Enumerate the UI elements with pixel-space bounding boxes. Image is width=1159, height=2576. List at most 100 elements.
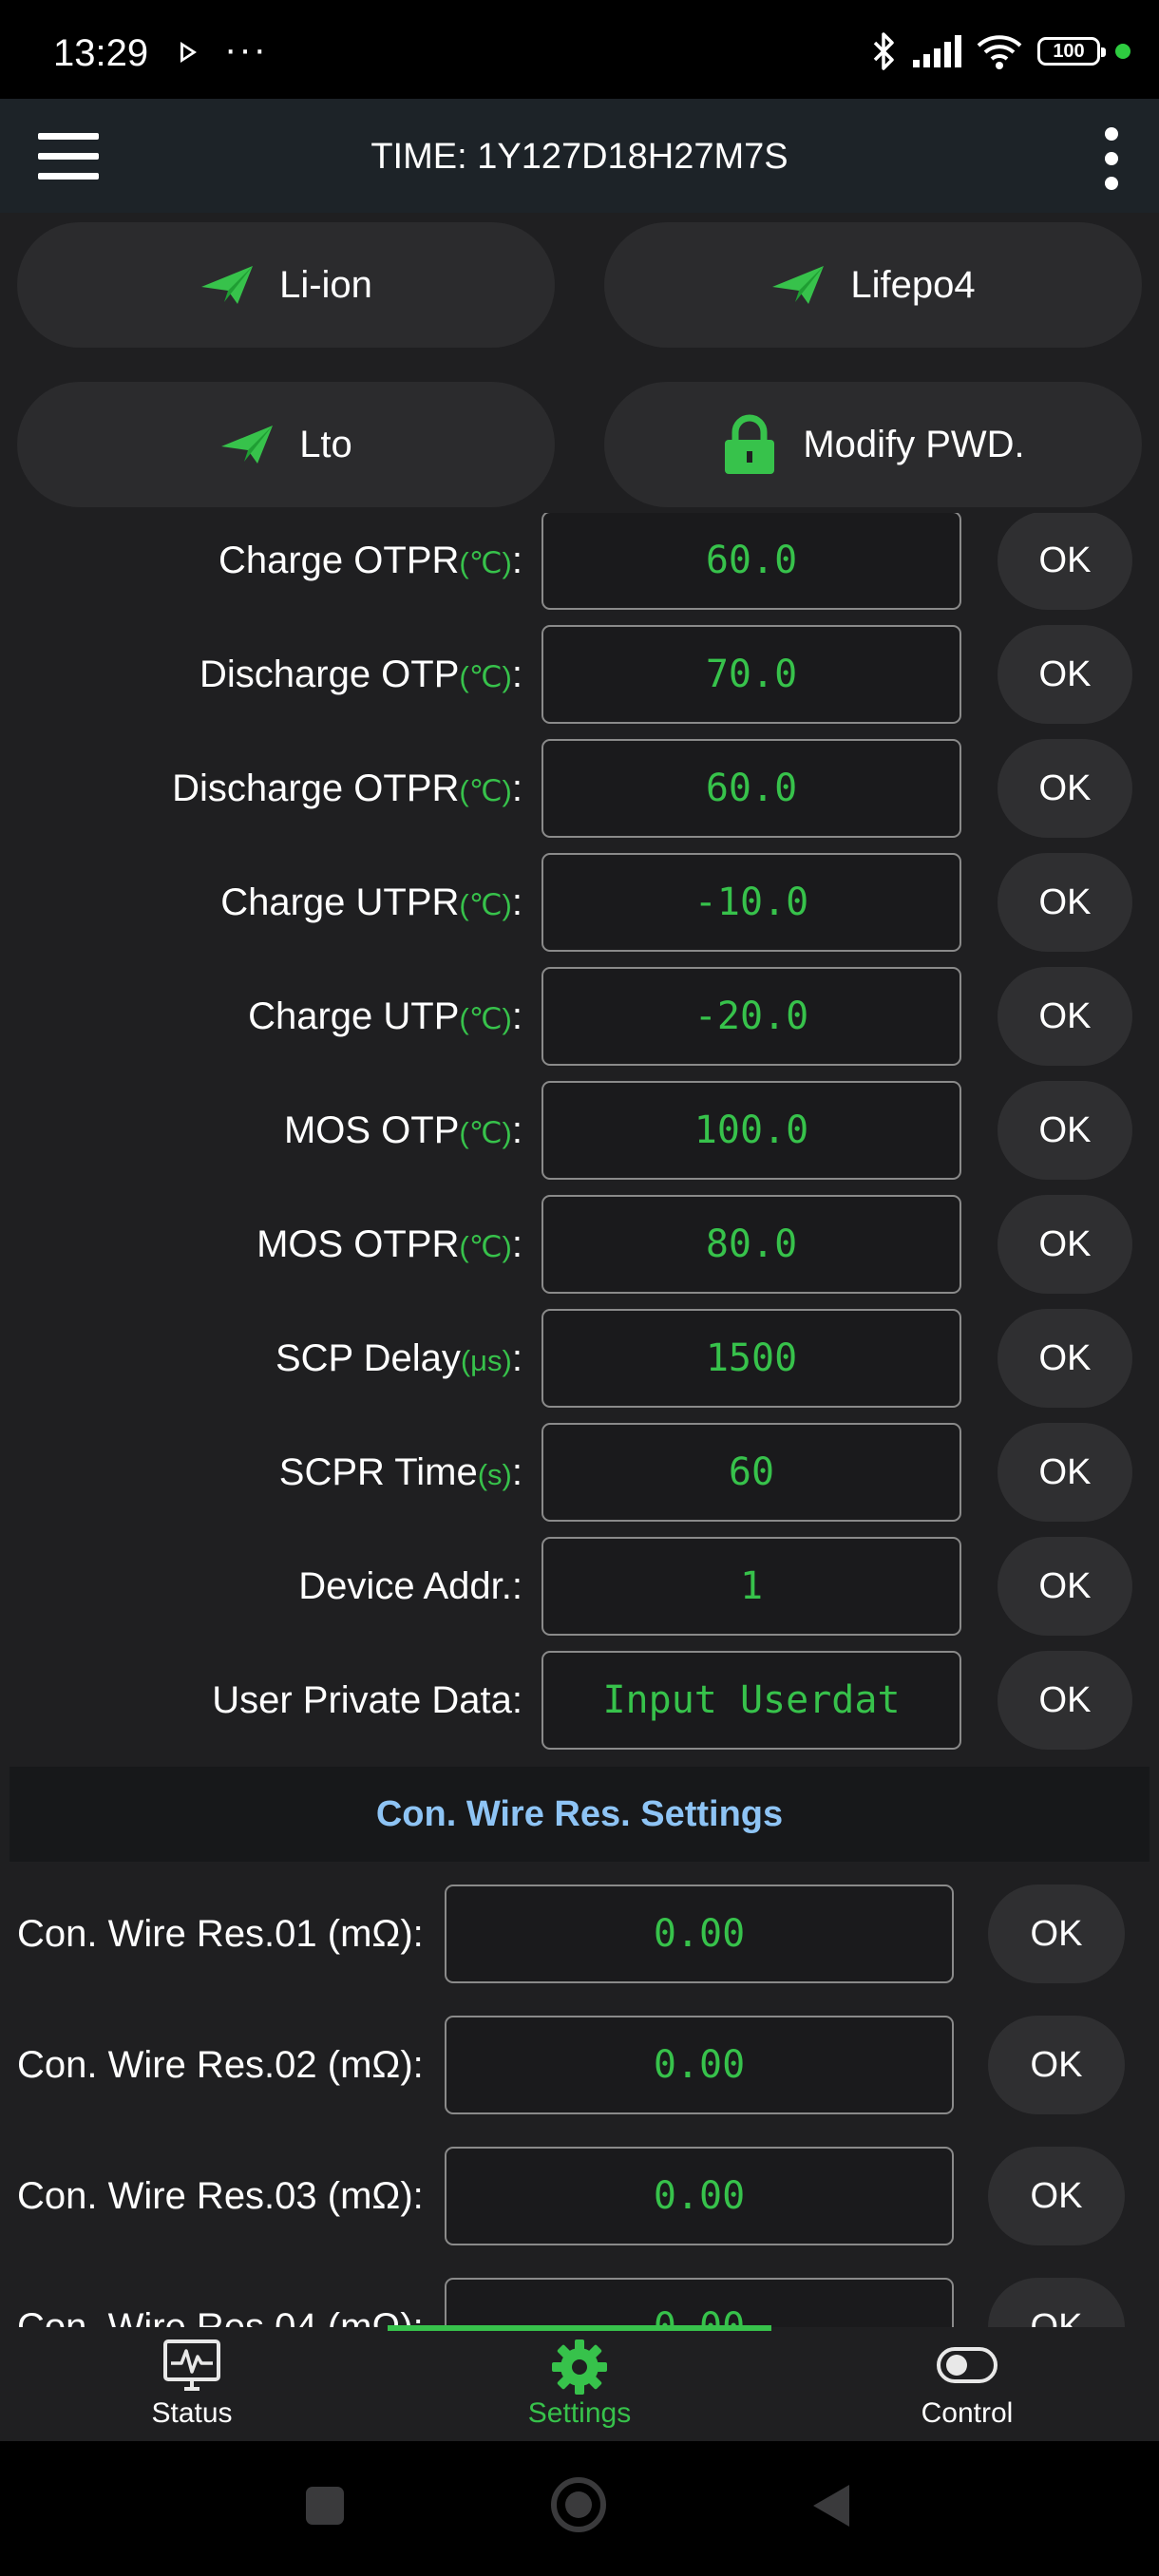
setting-input[interactable]: 60 (542, 1423, 961, 1522)
preset-label: Lto (299, 423, 352, 465)
setting-label: User Private Data: (212, 1651, 522, 1750)
ok-button[interactable]: OK (988, 2016, 1125, 2114)
wire-res-label: Con. Wire Res.02 (mΩ): (17, 2044, 424, 2086)
media-play-icon (180, 42, 197, 63)
input-value: 0.00 (653, 2174, 746, 2218)
settings-content[interactable]: Charge OTPR(℃): 60.0 OK Discharge OTP(℃): 70… (0, 213, 1159, 2327)
status-bar: 13:29 ··· 100 (0, 0, 1159, 99)
preset-label: Lifepo4 (850, 263, 976, 306)
setting-name: User Private Data (212, 1679, 512, 1721)
ok-button[interactable]: OK (998, 1537, 1132, 1636)
setting-input[interactable]: 100.0 (542, 1081, 961, 1180)
ok-button[interactable]: OK (998, 853, 1132, 952)
setting-label: MOS OTP(℃): (284, 1081, 522, 1180)
setting-label: Discharge OTP(℃): (200, 625, 522, 724)
input-value: 0.00 (653, 2305, 746, 2327)
preset-lifepo4-button[interactable]: Lifepo4 (604, 222, 1142, 348)
send-icon (772, 266, 825, 304)
ok-button[interactable]: OK (998, 967, 1132, 1066)
nav-settings[interactable]: Settings (390, 2327, 770, 2441)
input-value: 60 (728, 1450, 775, 1494)
ok-button[interactable]: OK (998, 1309, 1132, 1408)
ok-button[interactable]: OK (998, 1081, 1132, 1180)
cell-signal-icon (913, 35, 961, 67)
preset-li-ion-button[interactable]: Li-ion (17, 222, 555, 348)
setting-colon: : (511, 540, 522, 581)
more-options-icon[interactable] (1102, 127, 1121, 190)
setting-colon: : (511, 1679, 522, 1721)
send-icon (221, 426, 274, 464)
ok-button[interactable]: OK (988, 2278, 1125, 2327)
nav-label: Settings (527, 2397, 632, 2429)
setting-input[interactable]: 60.0 (542, 511, 961, 610)
input-value: 1 (739, 1564, 764, 1608)
setting-input[interactable]: 1 (542, 1537, 961, 1636)
input-value: -10.0 (694, 881, 809, 924)
input-value: 70.0 (705, 653, 798, 696)
setting-colon: : (511, 995, 522, 1037)
setting-name: Charge OTPR (218, 540, 460, 581)
setting-input[interactable]: 80.0 (542, 1195, 961, 1294)
input-value: -20.0 (694, 994, 809, 1038)
wire-res-label: Con. Wire Res.03 (mΩ): (17, 2175, 424, 2217)
page-title: TIME: 1Y127D18H27M7S (370, 137, 788, 177)
setting-unit: (℃) (459, 1230, 512, 1263)
send-icon (201, 266, 254, 304)
battery-icon: 100 (1037, 37, 1106, 66)
nav-control[interactable]: Control (777, 2327, 1157, 2441)
bottom-nav: Status Settings Control (0, 2327, 1159, 2441)
monitor-icon (163, 2339, 220, 2391)
modify-password-button[interactable]: Modify PWD. (604, 382, 1142, 507)
setting-unit: (μs) (460, 1344, 512, 1377)
ok-button[interactable]: OK (998, 1423, 1132, 1522)
home-button[interactable] (551, 2477, 606, 2532)
setting-name: Device Addr. (298, 1565, 512, 1607)
wire-res-input[interactable]: 0.00 (445, 2278, 954, 2327)
setting-name: MOS OTP (283, 1109, 460, 1151)
nav-status[interactable]: Status (2, 2327, 382, 2441)
input-value: 80.0 (705, 1222, 798, 1266)
indicator-dot (1115, 44, 1130, 59)
setting-label: Discharge OTPR(℃): (172, 739, 522, 838)
setting-colon: : (511, 1451, 522, 1493)
app-bar: TIME: 1Y127D18H27M7S (0, 99, 1159, 213)
nav-label: Control (921, 2397, 1014, 2429)
ok-button[interactable]: OK (998, 1651, 1132, 1750)
back-button[interactable] (813, 2485, 849, 2527)
input-value: 0.00 (653, 2043, 746, 2087)
wire-res-input[interactable]: 0.00 (445, 1885, 954, 1983)
nav-label: Status (151, 2397, 233, 2429)
input-value: 100.0 (694, 1108, 809, 1152)
section-title: Con. Wire Res. Settings (10, 1767, 1150, 1862)
input-value: 1500 (705, 1336, 798, 1380)
setting-input[interactable]: 1500 (542, 1309, 961, 1408)
recents-button[interactable] (306, 2487, 344, 2525)
setting-input[interactable]: Input Userdat (542, 1651, 961, 1750)
ok-button[interactable]: OK (998, 625, 1132, 724)
setting-unit: (℃) (459, 774, 512, 807)
setting-unit: (℃) (459, 660, 512, 693)
ok-button[interactable]: OK (998, 511, 1132, 610)
input-value: 60.0 (705, 767, 798, 810)
ok-button[interactable]: OK (998, 739, 1132, 838)
setting-input[interactable]: -20.0 (542, 967, 961, 1066)
setting-label: Charge OTPR(℃): (218, 511, 522, 610)
setting-unit: (℃) (459, 546, 512, 579)
setting-colon: : (511, 1223, 522, 1265)
preset-lto-button[interactable]: Lto (17, 382, 555, 507)
setting-input[interactable]: 70.0 (542, 625, 961, 724)
gear-icon (552, 2339, 607, 2395)
setting-input[interactable]: 60.0 (542, 739, 961, 838)
preset-label: Li-ion (279, 263, 372, 306)
wire-res-input[interactable]: 0.00 (445, 2147, 954, 2245)
ok-button[interactable]: OK (988, 2147, 1125, 2245)
setting-input[interactable]: -10.0 (542, 853, 961, 952)
setting-unit: (s) (477, 1458, 512, 1491)
ok-button[interactable]: OK (998, 1195, 1132, 1294)
more-notifications-icon: ··· (224, 28, 268, 70)
wire-res-input[interactable]: 0.00 (445, 2016, 954, 2114)
setting-colon: : (511, 653, 522, 695)
ok-button[interactable]: OK (988, 1885, 1125, 1983)
setting-name: Charge UTP (248, 995, 460, 1037)
setting-name: Charge UTPR (220, 881, 460, 923)
